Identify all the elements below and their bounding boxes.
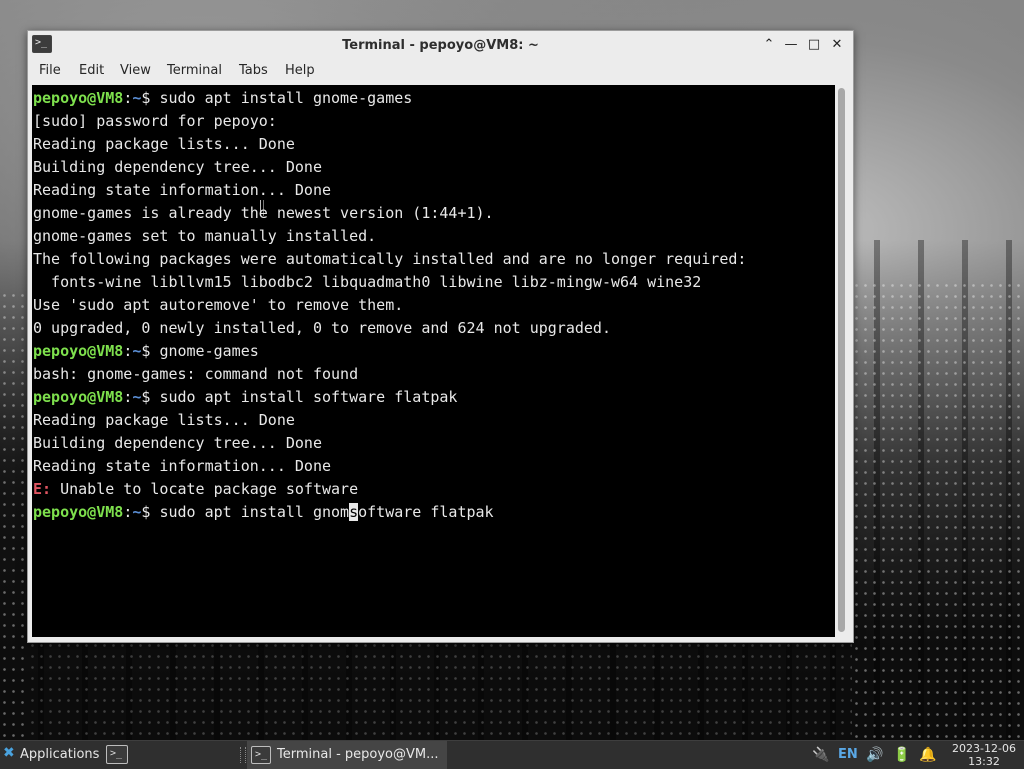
city-lights-left bbox=[0, 290, 28, 740]
output-text: Building dependency tree... Done bbox=[33, 158, 322, 176]
error-message: Unable to locate package software bbox=[51, 480, 359, 498]
prompt-symbol: $ bbox=[141, 503, 160, 521]
city-lights-right bbox=[852, 280, 1024, 740]
terminal-scrollbar[interactable] bbox=[835, 85, 849, 637]
window-titlebar[interactable]: >_ Terminal - pepoyo@VM8: ~ ⌃ — □ ✕ bbox=[28, 31, 853, 58]
terminal-line: Building dependency tree... Done bbox=[33, 432, 322, 455]
output-text: Reading state information... Done bbox=[33, 457, 332, 475]
terminal-line: The following packages were automaticall… bbox=[33, 248, 746, 271]
output-text: fonts-wine libllvm15 libodbc2 libquadmat… bbox=[33, 273, 702, 291]
terminal-line: gnome-games set to manually installed. bbox=[33, 225, 376, 248]
terminal-line: fonts-wine libllvm15 libodbc2 libquadmat… bbox=[33, 271, 701, 294]
city-lights-bottom bbox=[28, 640, 852, 740]
menu-file[interactable]: File bbox=[39, 63, 61, 78]
output-text: gnome-games set to manually installed. bbox=[33, 227, 377, 245]
output-text: Reading package lists... Done bbox=[33, 135, 295, 153]
menu-edit[interactable]: Edit bbox=[79, 63, 104, 78]
scrollbar-thumb[interactable] bbox=[838, 88, 845, 632]
prompt-symbol: $ bbox=[141, 388, 160, 406]
maximize-button[interactable]: □ bbox=[805, 36, 823, 54]
terminal-launcher-icon[interactable]: >_ bbox=[106, 745, 128, 764]
output-text: gnome-games is already the newest versio… bbox=[33, 204, 494, 222]
output-text: Reading state information... Done bbox=[33, 181, 332, 199]
volume-icon[interactable]: 🔊 bbox=[866, 746, 883, 764]
prompt-user: pepoyo@VM8 bbox=[33, 89, 124, 107]
clock[interactable]: 2023-12-06 13:32 bbox=[946, 742, 1022, 768]
command-text: sudo apt install gnome-games bbox=[159, 89, 413, 107]
minimize-button[interactable]: — bbox=[782, 36, 800, 54]
terminal-line: Building dependency tree... Done bbox=[33, 156, 322, 179]
close-button[interactable]: ✕ bbox=[828, 36, 846, 54]
applications-menu-button[interactable]: ✖ Applications bbox=[0, 741, 102, 769]
text-cursor: s bbox=[349, 503, 359, 521]
applications-label: Applications bbox=[20, 747, 100, 762]
output-text: Reading package lists... Done bbox=[33, 411, 295, 429]
terminal-line: pepoyo@VM8:~$ sudo apt install gnomsoftw… bbox=[33, 501, 494, 524]
prompt-symbol: $ bbox=[141, 89, 160, 107]
clock-time: 13:32 bbox=[968, 755, 1000, 768]
keyboard-language-indicator[interactable]: EN bbox=[838, 747, 858, 762]
terminal-line: Reading state information... Done bbox=[33, 455, 331, 478]
terminal-line: Reading package lists... Done bbox=[33, 133, 295, 156]
prompt-user: pepoyo@VM8 bbox=[33, 342, 124, 360]
prompt-symbol: $ bbox=[141, 342, 160, 360]
task-terminal-label: Terminal - pepoyo@VM... bbox=[277, 747, 439, 762]
output-text: [sudo] password for pepoyo: bbox=[33, 112, 277, 130]
output-text: 0 upgraded, 0 newly installed, 0 to remo… bbox=[33, 319, 611, 337]
network-icon[interactable]: 🔌 bbox=[812, 746, 829, 764]
xfce-logo-icon: ✖ bbox=[3, 745, 15, 761]
terminal-line: pepoyo@VM8:~$ sudo apt install gnome-gam… bbox=[33, 87, 412, 110]
taskbar: ✖ Applications >_ >_ Terminal - pepoyo@V… bbox=[0, 740, 1024, 769]
prompt-user: pepoyo@VM8 bbox=[33, 388, 124, 406]
clock-date: 2023-12-06 bbox=[952, 742, 1016, 755]
command-text: sudo apt install software flatpak bbox=[159, 388, 458, 406]
prompt-separator: : bbox=[123, 342, 133, 360]
terminal-line: 0 upgraded, 0 newly installed, 0 to remo… bbox=[33, 317, 611, 340]
menu-tabs[interactable]: Tabs bbox=[239, 63, 268, 78]
prompt-separator: : bbox=[123, 89, 133, 107]
output-text: bash: gnome-games: command not found bbox=[33, 365, 359, 383]
notification-bell-icon[interactable]: 🔔 bbox=[919, 746, 936, 764]
terminal-line: Reading package lists... Done bbox=[33, 409, 295, 432]
output-text: Use 'sudo apt autoremove' to remove them… bbox=[33, 296, 404, 314]
output-text: The following packages were automaticall… bbox=[33, 250, 747, 268]
output-text: Building dependency tree... Done bbox=[33, 434, 322, 452]
command-text-before-cursor: sudo apt install gnom bbox=[159, 503, 350, 521]
command-text: gnome-games bbox=[159, 342, 259, 360]
menu-help[interactable]: Help bbox=[285, 63, 315, 78]
terminal-line: E: Unable to locate package software bbox=[33, 478, 358, 501]
terminal-line: bash: gnome-games: command not found bbox=[33, 363, 358, 386]
terminal-window: >_ Terminal - pepoyo@VM8: ~ ⌃ — □ ✕ File… bbox=[27, 30, 854, 643]
menu-view[interactable]: View bbox=[120, 63, 151, 78]
terminal-line: [sudo] password for pepoyo: bbox=[33, 110, 277, 133]
command-text-after-cursor: oftware flatpak bbox=[358, 503, 494, 521]
prompt-separator: : bbox=[123, 388, 133, 406]
battery-icon[interactable]: 🔋 bbox=[893, 746, 910, 764]
menubar: File Edit View Terminal Tabs Help bbox=[28, 58, 853, 84]
error-label: E: bbox=[33, 480, 52, 498]
prompt-separator: : bbox=[123, 503, 133, 521]
terminal-line: pepoyo@VM8:~$ sudo apt install software … bbox=[33, 386, 457, 409]
shade-button[interactable]: ⌃ bbox=[760, 36, 778, 54]
task-terminal-button[interactable]: >_ Terminal - pepoyo@VM... bbox=[247, 741, 447, 769]
terminal-line: gnome-games is already the newest versio… bbox=[33, 202, 494, 225]
terminal-line: Use 'sudo apt autoremove' to remove them… bbox=[33, 294, 403, 317]
terminal-output[interactable]: pepoyo@VM8:~$ sudo apt install gnome-gam… bbox=[32, 85, 835, 637]
terminal-task-icon: >_ bbox=[251, 746, 271, 764]
window-title: Terminal - pepoyo@VM8: ~ bbox=[342, 38, 539, 53]
taskbar-separator bbox=[240, 747, 246, 763]
terminal-line: pepoyo@VM8:~$ gnome-games bbox=[33, 340, 259, 363]
prompt-user: pepoyo@VM8 bbox=[33, 503, 124, 521]
terminal-line: Reading state information... Done bbox=[33, 179, 331, 202]
menu-terminal[interactable]: Terminal bbox=[167, 63, 222, 78]
